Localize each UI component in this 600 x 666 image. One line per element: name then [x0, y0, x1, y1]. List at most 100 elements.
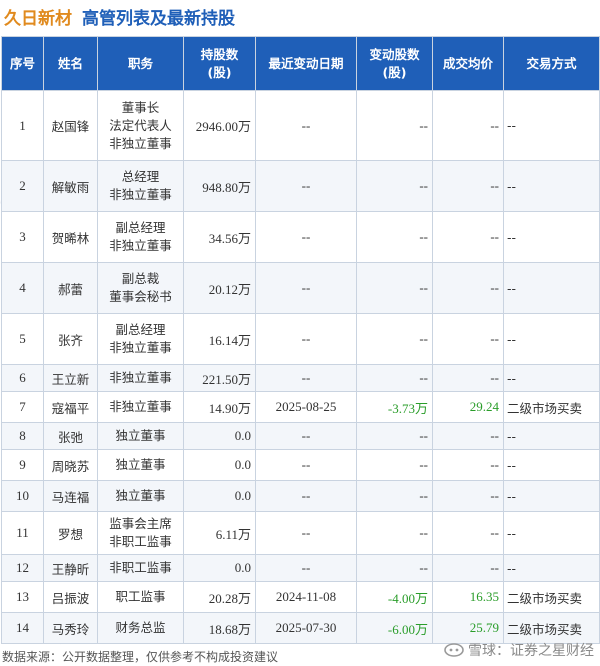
- cell-method: --: [503, 422, 600, 450]
- cell-name: 马秀玲: [43, 612, 98, 644]
- cell-method: --: [503, 554, 600, 582]
- cell-date: --: [255, 511, 357, 555]
- role-line: 监事会主席: [109, 516, 172, 531]
- cell-method: --: [503, 364, 600, 392]
- cell-price: --: [432, 262, 504, 314]
- cell-role: 独立董事: [97, 449, 184, 481]
- column-header-method: 交易方式: [503, 36, 600, 91]
- cell-seq: 11: [1, 511, 44, 555]
- cell-date: --: [255, 211, 357, 263]
- cell-price: --: [432, 554, 504, 582]
- cell-seq: 14: [1, 612, 44, 644]
- cell-role: 独立董事: [97, 480, 184, 512]
- cell-name: 寇福平: [43, 391, 98, 423]
- cell-role: 总经理 非独立董事: [97, 160, 184, 212]
- cell-name: 马连福: [43, 480, 98, 512]
- cell-holding: 948.80万: [183, 160, 256, 212]
- cell-name: 吕振波: [43, 581, 98, 613]
- page-title: 高管列表及最新持股: [82, 8, 235, 29]
- cell-seq: 3: [1, 211, 44, 263]
- cell-holding: 6.11万: [183, 511, 256, 555]
- cell-holding: 0.0: [183, 480, 256, 512]
- cell-holding: 20.28万: [183, 581, 256, 613]
- cell-role: 非职工监事: [97, 554, 184, 582]
- cell-holding: 18.68万: [183, 612, 256, 644]
- column-header-role: 职务: [97, 36, 184, 91]
- cell-date: 2025-07-30: [255, 612, 357, 644]
- table-row: 9 周晓苏 独立董事 0.0 -- -- -- --: [1, 449, 600, 481]
- role-line: 非独立董事: [109, 399, 172, 414]
- cell-price: --: [432, 160, 504, 212]
- cell-price: --: [432, 211, 504, 263]
- cell-seq: 12: [1, 554, 44, 582]
- executive-holdings-table: 序号 姓名 职务 持股数 (股) 最近变动日期 变动股数 (股) 成交均价 交易…: [1, 36, 600, 644]
- table-row: 1 赵国锋 董事长 法定代表人 非独立董事 2946.00万 -- -- -- --: [1, 90, 600, 161]
- column-header-date: 最近变动日期: [255, 36, 357, 91]
- cell-role: 非独立董事: [97, 391, 184, 423]
- cell-holding: 16.14万: [183, 313, 256, 365]
- role-line: 董事长: [121, 99, 160, 115]
- cell-name: 赵国锋: [43, 90, 98, 161]
- cell-method: --: [503, 262, 600, 314]
- table-row: 6 王立新 非独立董事 221.50万 -- -- -- --: [1, 364, 600, 392]
- cell-role: 董事长 法定代表人 非独立董事: [97, 90, 184, 161]
- role-line: 财务总监: [115, 620, 166, 635]
- cell-name: 张齐: [43, 313, 98, 365]
- cell-role: 副总经理 非独立董事: [97, 313, 184, 365]
- cell-price: --: [432, 422, 504, 450]
- cell-role: 非独立董事: [97, 364, 184, 392]
- table-row: 10 马连福 独立董事 0.0 -- -- -- --: [1, 480, 600, 512]
- cell-change: --: [356, 511, 433, 555]
- cell-change: -6.00万: [356, 612, 433, 644]
- role-line: 非独立董事: [109, 187, 172, 202]
- cell-change: --: [356, 480, 433, 512]
- cell-method: --: [503, 449, 600, 481]
- cell-name: 周晓苏: [43, 449, 98, 481]
- cell-method: 二级市场买卖: [503, 581, 600, 613]
- cell-change: --: [356, 364, 433, 392]
- role-line: 副总裁: [121, 271, 160, 286]
- role-line: 副总经理: [115, 220, 166, 235]
- cell-method: --: [503, 480, 600, 512]
- role-line: 非独立董事: [109, 340, 172, 355]
- cell-price: 25.79: [432, 612, 504, 644]
- table-row: 7 寇福平 非独立董事 14.90万 2025-08-25 -3.73万 29.24 二级市场…: [1, 391, 600, 423]
- role-line: 非独立董事: [109, 238, 172, 253]
- cell-seq: 7: [1, 391, 44, 423]
- cell-name: 罗想: [43, 511, 98, 555]
- cell-role: 财务总监: [97, 612, 184, 644]
- cell-price: --: [432, 90, 504, 161]
- table-row: 2 解敏雨 总经理 非独立董事 948.80万 -- -- -- --: [1, 160, 600, 212]
- role-line: 非职工监事: [109, 534, 172, 549]
- cell-holding: 0.0: [183, 422, 256, 450]
- cell-date: --: [255, 422, 357, 450]
- cell-date: --: [255, 554, 357, 582]
- cell-role: 独立董事: [97, 422, 184, 450]
- data-source-note: 数据来源：公开数据整理，仅供参考不构成投资建议: [2, 650, 279, 664]
- cell-holding: 221.50万: [183, 364, 256, 392]
- cell-name: 解敏雨: [43, 160, 98, 212]
- cell-role: 监事会主席非职工监事: [97, 511, 184, 555]
- cell-seq: 13: [1, 581, 44, 613]
- column-header-seq: 序号: [1, 36, 44, 91]
- role-line: 法定代表人: [109, 117, 172, 133]
- cell-date: 2025-08-25: [255, 391, 357, 423]
- cell-name: 张弛: [43, 422, 98, 450]
- role-line: 独立董事: [115, 488, 166, 503]
- role-line: 非独立董事: [109, 370, 172, 385]
- cell-seq: 6: [1, 364, 44, 392]
- cell-method: 二级市场买卖: [503, 612, 600, 644]
- role-line: 职工监事: [115, 589, 166, 604]
- cell-holding: 2946.00万: [183, 90, 256, 161]
- cell-date: 2024-11-08: [255, 581, 357, 613]
- cell-seq: 4: [1, 262, 44, 314]
- cell-price: 16.35: [432, 581, 504, 613]
- cell-change: --: [356, 449, 433, 481]
- cell-seq: 10: [1, 480, 44, 512]
- table-row: 4 郝蕾 副总裁 董事会秘书 20.12万 -- -- -- --: [1, 262, 600, 314]
- company-name: 久日新材: [4, 8, 72, 29]
- cell-method: --: [503, 511, 600, 555]
- table-row: 12 王静昕 非职工监事 0.0 -- -- -- --: [1, 554, 600, 582]
- role-line: 独立董事: [115, 428, 166, 443]
- role-line: 总经理: [121, 169, 160, 184]
